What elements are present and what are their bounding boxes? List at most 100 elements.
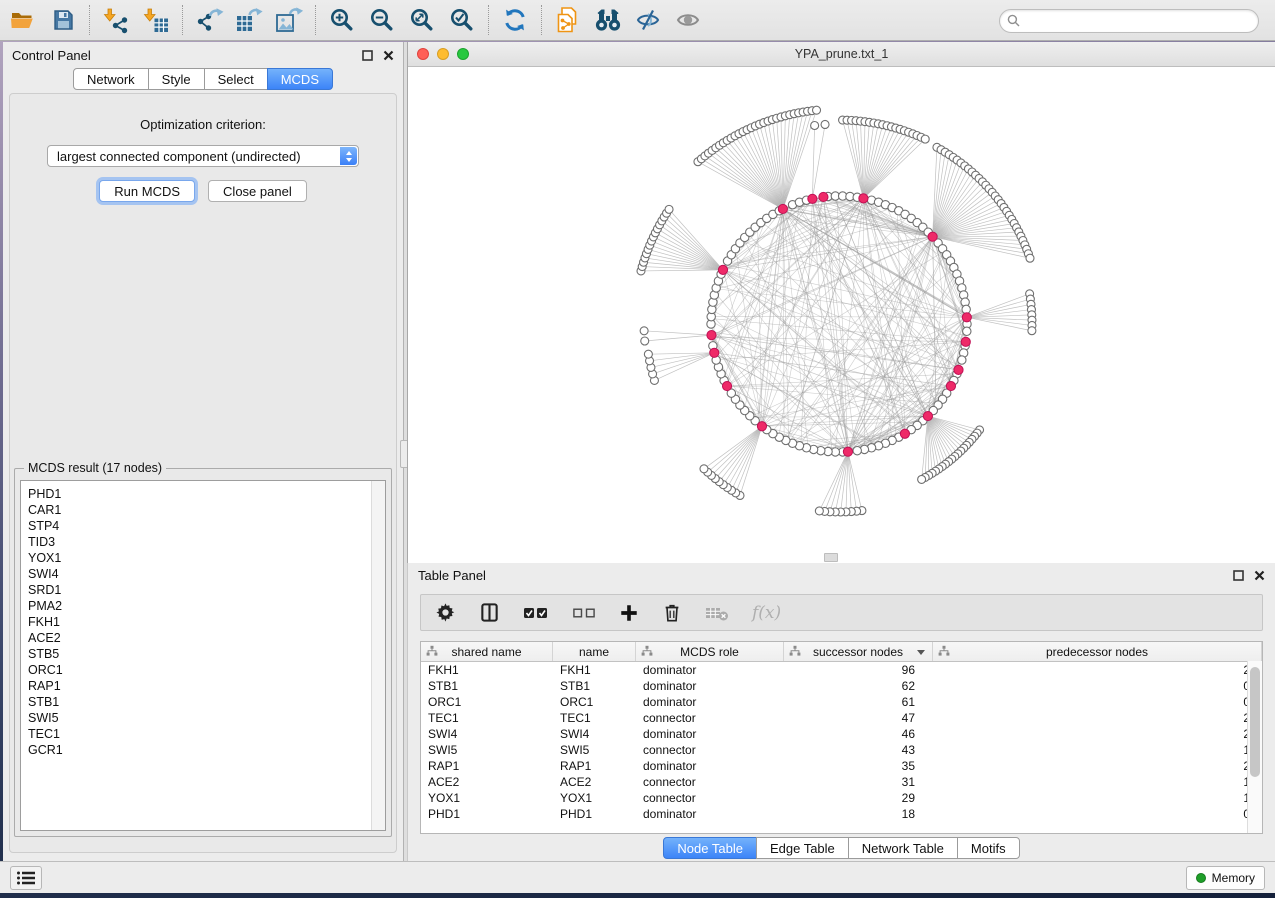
zoom-out-button[interactable] — [365, 3, 399, 37]
result-item[interactable]: ACE2 — [28, 630, 385, 646]
memory-button[interactable]: Memory — [1186, 866, 1265, 890]
export-network-button[interactable] — [192, 3, 226, 37]
cell: ORC1 — [421, 694, 553, 710]
column-label: MCDS role — [680, 645, 739, 659]
result-item[interactable]: PMA2 — [28, 598, 385, 614]
zoom-in-button[interactable] — [325, 3, 359, 37]
search-network-button[interactable] — [591, 3, 625, 37]
result-item[interactable]: SWI4 — [28, 566, 385, 582]
float-table-panel-icon[interactable] — [1232, 570, 1244, 582]
table-row[interactable]: SWI4SWI4dominator462 — [421, 726, 1262, 742]
minimize-window-button[interactable] — [437, 48, 449, 60]
task-history-button[interactable] — [10, 866, 42, 890]
close-panel-icon[interactable] — [382, 49, 394, 61]
search-input[interactable] — [1024, 11, 1253, 31]
tab-motifs[interactable]: Motifs — [957, 837, 1020, 859]
cell: YOX1 — [421, 790, 553, 806]
clone-network-button[interactable] — [551, 3, 585, 37]
tab-select[interactable]: Select — [204, 68, 268, 90]
result-item[interactable]: PHD1 — [28, 486, 385, 502]
table-row[interactable]: SWI5SWI5connector431 — [421, 742, 1262, 758]
column-header-MCDS-role[interactable]: MCDS role — [636, 642, 784, 661]
cell: dominator — [636, 726, 784, 742]
tab-network[interactable]: Network — [73, 68, 149, 90]
import-network-button[interactable] — [99, 3, 133, 37]
result-scrollbar[interactable] — [371, 481, 385, 830]
tab-network-table[interactable]: Network Table — [848, 837, 958, 859]
zoom-window-button[interactable] — [457, 48, 469, 60]
cell: YOX1 — [553, 790, 636, 806]
zoom-fit-button[interactable] — [405, 3, 439, 37]
result-item[interactable]: ORC1 — [28, 662, 385, 678]
result-item[interactable]: SWI5 — [28, 710, 385, 726]
table-row[interactable]: PHD1PHD1dominator180 — [421, 806, 1262, 822]
hide-selected-button[interactable] — [631, 3, 665, 37]
column-header-predecessor-nodes[interactable]: predecessor nodes — [933, 642, 1262, 661]
table-scrollbar-thumb[interactable] — [1250, 667, 1260, 777]
zoom-selected-button[interactable] — [445, 3, 479, 37]
import-table-button[interactable] — [139, 3, 173, 37]
network-window-titlebar[interactable]: YPA_prune.txt_1 — [408, 42, 1275, 67]
select-stepper-icon — [340, 147, 357, 165]
result-item[interactable]: RAP1 — [28, 678, 385, 694]
result-item[interactable]: SRD1 — [28, 582, 385, 598]
table-row[interactable]: STB1STB1dominator620 — [421, 678, 1262, 694]
result-item[interactable]: TEC1 — [28, 726, 385, 742]
select-all-button[interactable] — [523, 603, 549, 623]
sort-arrow-icon[interactable] — [917, 650, 925, 655]
add-button[interactable] — [619, 603, 639, 623]
save-session-button[interactable] — [46, 3, 80, 37]
cell: 29 — [784, 790, 933, 806]
tab-edge-table[interactable]: Edge Table — [756, 837, 849, 859]
mcds-result-list: PHD1CAR1STP4TID3YOX1SWI4SRD1PMA2FKH1ACE2… — [21, 481, 385, 758]
mcds-result-title: MCDS result (17 nodes) — [24, 461, 166, 475]
result-item[interactable]: STB5 — [28, 646, 385, 662]
table-panel-title: Table Panel — [418, 568, 486, 583]
table-row[interactable]: TEC1TEC1connector472 — [421, 710, 1262, 726]
close-table-panel-icon[interactable] — [1253, 570, 1265, 582]
result-item[interactable]: CAR1 — [28, 502, 385, 518]
horizontal-splitter-grip[interactable] — [824, 553, 838, 562]
cell: connector — [636, 710, 784, 726]
run-mcds-button[interactable]: Run MCDS — [99, 180, 195, 202]
table-row[interactable]: FKH1FKH1dominator962 — [421, 662, 1262, 678]
result-item[interactable]: STB1 — [28, 694, 385, 710]
result-item[interactable]: YOX1 — [28, 550, 385, 566]
table-row[interactable]: ORC1ORC1dominator610 — [421, 694, 1262, 710]
float-panel-icon[interactable] — [361, 49, 373, 61]
table-row[interactable]: ACE2ACE2connector311 — [421, 774, 1262, 790]
search-icon — [1007, 14, 1020, 27]
network-canvas[interactable] — [408, 67, 1275, 563]
settings-button[interactable] — [435, 602, 456, 623]
result-item[interactable]: GCR1 — [28, 742, 385, 758]
table-scrollbar[interactable] — [1247, 661, 1262, 833]
columns-button[interactable] — [479, 602, 500, 623]
cell: 2 — [933, 726, 1262, 742]
result-item[interactable]: FKH1 — [28, 614, 385, 630]
tab-mcds[interactable]: MCDS — [267, 68, 333, 90]
column-header-successor-nodes[interactable]: successor nodes — [784, 642, 933, 661]
table-row[interactable]: RAP1RAP1dominator352 — [421, 758, 1262, 774]
optimization-criterion-label: Optimization criterion: — [10, 117, 396, 132]
open-file-button[interactable] — [6, 3, 40, 37]
column-header-shared-name[interactable]: shared name — [421, 642, 553, 661]
delete-button[interactable] — [662, 602, 682, 623]
cell: 46 — [784, 726, 933, 742]
result-item[interactable]: STP4 — [28, 518, 385, 534]
export-image-button[interactable] — [272, 3, 306, 37]
search-box — [999, 9, 1259, 33]
export-table-button[interactable] — [232, 3, 266, 37]
result-item[interactable]: TID3 — [28, 534, 385, 550]
deselect-all-button[interactable] — [572, 604, 596, 622]
tab-style[interactable]: Style — [148, 68, 205, 90]
tab-node-table[interactable]: Node Table — [663, 837, 757, 859]
close-window-button[interactable] — [417, 48, 429, 60]
table-row[interactable]: YOX1YOX1connector291 — [421, 790, 1262, 806]
cell: ACE2 — [553, 774, 636, 790]
column-header-name[interactable]: name — [553, 642, 636, 661]
close-panel-button[interactable]: Close panel — [208, 180, 307, 202]
column-label: successor nodes — [813, 645, 903, 659]
show-hidden-button[interactable] — [671, 3, 705, 37]
refresh-button[interactable] — [498, 3, 532, 37]
criterion-select[interactable]: largest connected component (undirected) — [47, 145, 359, 167]
